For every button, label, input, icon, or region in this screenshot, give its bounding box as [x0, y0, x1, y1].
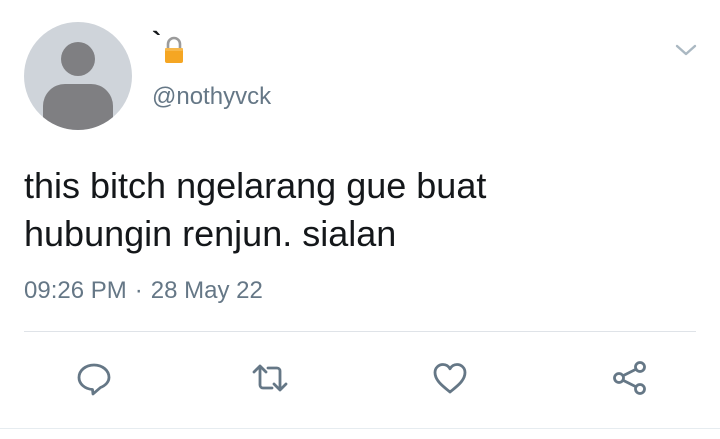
- heart-icon: [430, 358, 470, 403]
- tweet-text-line-1: this bitch ngelarang gue buat: [24, 165, 487, 206]
- reply-button[interactable]: [66, 352, 122, 408]
- like-button[interactable]: [422, 352, 478, 408]
- tweet-text-line-2: hubungin renjun. sialan: [24, 213, 397, 254]
- bottom-divider: [0, 428, 720, 429]
- lock-icon: [163, 36, 185, 69]
- avatar-head: [61, 42, 95, 76]
- user-name-row: `: [152, 28, 185, 68]
- retweet-icon: [250, 358, 290, 403]
- share-icon: [610, 358, 650, 403]
- meta-separator: ·: [134, 277, 143, 304]
- user-handle[interactable]: @nothyvck: [152, 82, 271, 112]
- tweet-text: this bitch ngelarang gue buat hubungin r…: [24, 162, 694, 258]
- divider: [24, 331, 696, 332]
- avatar-shoulders: [43, 84, 113, 130]
- tweet-date[interactable]: 28 May 22: [151, 276, 263, 306]
- avatar[interactable]: [24, 22, 132, 130]
- chevron-down-icon[interactable]: [672, 40, 700, 60]
- tweet-card: ` @nothyvck this bitch ngelarang gue bua…: [0, 0, 720, 439]
- tweet-meta: 09:26 PM · 28 May 22: [24, 276, 263, 306]
- reply-icon: [74, 358, 114, 403]
- display-name[interactable]: `: [152, 28, 161, 56]
- retweet-button[interactable]: [242, 352, 298, 408]
- share-button[interactable]: [602, 352, 658, 408]
- action-bar: [0, 352, 720, 408]
- tweet-time[interactable]: 09:26 PM: [24, 276, 127, 306]
